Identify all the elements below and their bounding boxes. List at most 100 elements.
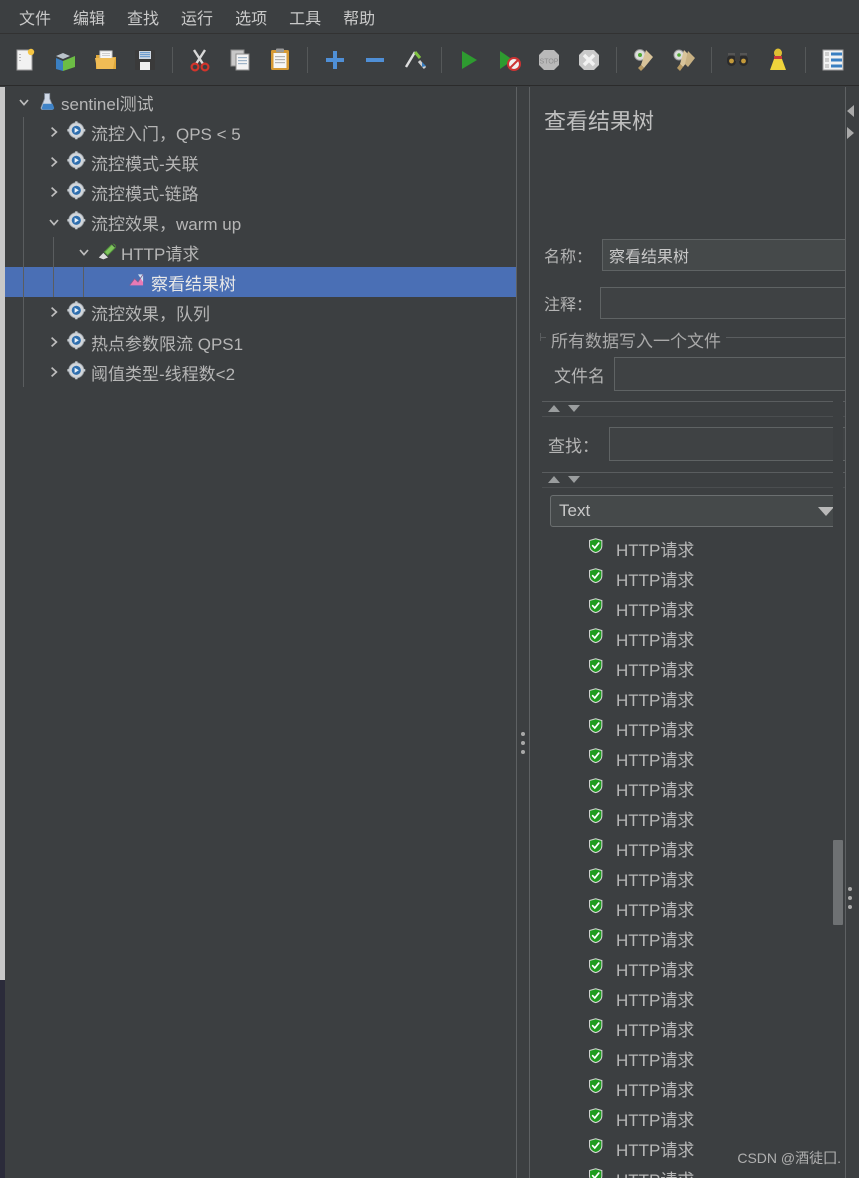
tree-node-9[interactable]: 阈值类型-线程数<2 (5, 357, 516, 387)
tree-node-8[interactable]: 热点参数限流 QPS1 (5, 327, 516, 357)
result-label: HTTP请求 (616, 1110, 695, 1130)
result-row[interactable]: HTTP请求 (550, 923, 843, 953)
clear-icon[interactable] (626, 42, 662, 78)
chevron-right-icon[interactable] (43, 297, 65, 327)
chevron-down-icon[interactable] (13, 87, 35, 117)
chevron-right-icon[interactable] (43, 357, 65, 387)
chevron-down-icon[interactable] (73, 237, 95, 267)
result-row[interactable]: HTTP请求 (550, 803, 843, 833)
tree-node-label: HTTP请求 (121, 244, 200, 264)
menu-run[interactable]: 运行 (170, 3, 224, 31)
result-row[interactable]: HTTP请求 (550, 1013, 843, 1043)
tree-node-5[interactable]: HTTP请求 (5, 237, 516, 267)
open-icon[interactable] (88, 42, 124, 78)
result-row[interactable]: HTTP请求 (550, 533, 843, 563)
chevron-right-icon[interactable] (43, 117, 65, 147)
collapse-down-icon-2[interactable] (568, 476, 580, 483)
result-row[interactable]: HTTP请求 (550, 563, 843, 593)
search-input[interactable] (609, 427, 849, 461)
chevron-right-icon[interactable] (43, 147, 65, 177)
horizontal-splitter-bottom[interactable] (542, 472, 859, 488)
results-tree-list[interactable]: HTTP请求 HTTP请求 HTTP请求 HTTP请求 HTTP请求 HTTP请求 HTTP… (550, 533, 843, 1178)
menu-tools[interactable]: 工具 (278, 3, 332, 31)
result-row[interactable]: HTTP请求 (550, 893, 843, 923)
right-splitter-grip[interactable] (848, 887, 852, 914)
collapse-all-icon[interactable] (357, 42, 393, 78)
templates-icon[interactable] (48, 42, 84, 78)
result-row[interactable]: HTTP请求 (550, 1103, 843, 1133)
filename-input[interactable] (614, 357, 854, 391)
toggle-icon[interactable] (397, 42, 433, 78)
chevron-down-icon[interactable] (43, 207, 65, 237)
start-icon[interactable] (451, 42, 487, 78)
search-icon[interactable] (721, 42, 757, 78)
chevron-right-icon[interactable] (43, 177, 65, 207)
stop-icon[interactable]: STOP (531, 42, 567, 78)
copy-icon[interactable] (222, 42, 258, 78)
menu-search[interactable]: 查找 (116, 3, 170, 31)
result-row[interactable]: HTTP请求 (550, 623, 843, 653)
result-row[interactable]: HTTP请求 (550, 713, 843, 743)
new-icon[interactable] (8, 42, 44, 78)
tree-node-0[interactable]: sentinel测试 (5, 87, 516, 117)
result-row[interactable]: HTTP请求 (550, 983, 843, 1013)
success-icon (588, 628, 608, 648)
svg-text:STOP: STOP (540, 58, 559, 65)
tree-node-3[interactable]: 流控模式-链路 (5, 177, 516, 207)
result-row[interactable]: HTTP请求 (550, 1043, 843, 1073)
menu-file[interactable]: 文件 (8, 3, 62, 31)
tree-node-1[interactable]: 流控入门，QPS < 5 (5, 117, 516, 147)
tree-node-7[interactable]: 流控效果，队列 (5, 297, 516, 327)
result-label: HTTP请求 (616, 1050, 695, 1070)
horizontal-splitter-top[interactable] (542, 401, 859, 417)
test-plan-tree[interactable]: sentinel测试 流控入门，QPS < 5 流控模式-关联 流控模式-链路 流控效果… (5, 87, 516, 1178)
result-label: HTTP请求 (616, 570, 695, 590)
collapse-left-icon[interactable] (847, 105, 854, 117)
success-icon (588, 538, 608, 558)
result-row[interactable]: HTTP请求 (550, 593, 843, 623)
name-input[interactable]: 察看结果树 (602, 239, 853, 271)
clear-all-icon[interactable] (666, 42, 702, 78)
collapse-up-icon-2[interactable] (548, 476, 560, 483)
reset-search-icon[interactable] (760, 42, 796, 78)
right-vertical-splitter[interactable] (845, 87, 859, 1178)
collapse-down-icon[interactable] (568, 405, 580, 412)
result-row[interactable]: HTTP请求 (550, 743, 843, 773)
thread-group-icon (65, 297, 91, 327)
chevron-right-icon[interactable] (43, 327, 65, 357)
success-icon (588, 718, 608, 738)
results-scrollbar-track[interactable] (833, 398, 843, 1178)
tree-node-6[interactable]: 察看结果树 (5, 267, 516, 297)
tree-node-2[interactable]: 流控模式-关联 (5, 147, 516, 177)
expand-all-icon[interactable] (317, 42, 353, 78)
result-row[interactable]: HTTP请求 (550, 833, 843, 863)
result-row[interactable]: HTTP请求 (550, 953, 843, 983)
menu-help[interactable]: 帮助 (332, 3, 386, 31)
result-row[interactable]: HTTP请求 (550, 683, 843, 713)
collapse-up-icon[interactable] (548, 405, 560, 412)
result-row[interactable]: HTTP请求 (550, 773, 843, 803)
collapse-right-icon[interactable] (847, 127, 854, 139)
result-row[interactable]: HTTP请求 (550, 1073, 843, 1103)
tree-guide-line (53, 237, 54, 267)
cut-icon[interactable] (182, 42, 218, 78)
results-scrollbar-thumb[interactable] (833, 840, 843, 925)
start-no-pauses-icon[interactable] (491, 42, 527, 78)
shutdown-icon[interactable] (571, 42, 607, 78)
separator-6 (805, 46, 807, 73)
thread-group-icon (65, 357, 91, 387)
function-helper-icon[interactable] (815, 42, 851, 78)
result-label: HTTP请求 (616, 930, 695, 950)
splitter-grip[interactable] (521, 732, 525, 759)
save-icon[interactable] (128, 42, 164, 78)
result-row[interactable]: HTTP请求 (550, 863, 843, 893)
menu-options[interactable]: 选项 (224, 3, 278, 31)
tree-node-4[interactable]: 流控效果，warm up (5, 207, 516, 237)
paste-icon[interactable] (262, 42, 298, 78)
tree-guide-line (23, 177, 24, 207)
comment-input[interactable] (600, 287, 853, 319)
menu-edit[interactable]: 编辑 (62, 3, 116, 31)
renderer-select[interactable]: Text (550, 495, 843, 527)
main-vertical-splitter[interactable] (516, 87, 530, 1178)
result-row[interactable]: HTTP请求 (550, 653, 843, 683)
